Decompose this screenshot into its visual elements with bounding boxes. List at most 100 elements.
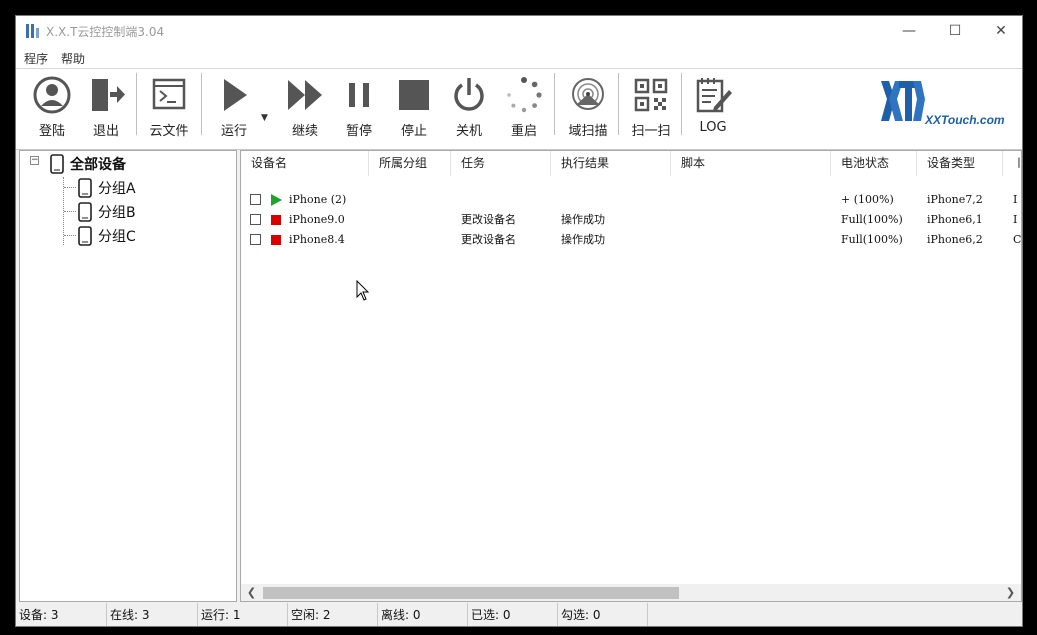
toolbar-separator	[554, 73, 555, 135]
login-label: 登陆	[38, 124, 65, 139]
status-checked: 勾选: 0	[558, 603, 648, 626]
play-icon	[224, 79, 247, 111]
column-header-result[interactable]: 执行结果	[551, 151, 671, 176]
status-devices: 设备: 3	[16, 603, 107, 626]
pause-icon	[349, 83, 369, 107]
menu-program[interactable]: 程序	[24, 50, 48, 67]
menu-help[interactable]: 帮助	[61, 50, 85, 67]
battery-cell: Full(100%)	[841, 233, 903, 246]
pause-button[interactable]: 暂停	[338, 75, 380, 143]
device-name-cell: iPhone (2)	[289, 193, 347, 206]
log-label: LOG	[699, 120, 727, 135]
cloud-files-label: 云文件	[149, 124, 189, 139]
restart-button[interactable]: 重启	[502, 75, 546, 143]
logo-text: XXTouch.com	[925, 113, 1005, 127]
status-online: 在线: 3	[107, 603, 198, 626]
power-icon	[454, 78, 484, 111]
scroll-right-arrow-icon[interactable]: ❯	[1002, 584, 1019, 601]
column-header-extra[interactable]: 〡	[1003, 151, 1021, 176]
close-button[interactable]: ✕	[978, 16, 1022, 46]
mouse-cursor-icon	[356, 280, 370, 301]
device-type-cell: iPhone6,1	[927, 213, 983, 226]
tree-connector	[64, 235, 76, 236]
run-label: 运行	[220, 124, 247, 139]
battery-cell: Full(100%)	[841, 213, 903, 226]
logout-button[interactable]: 退出	[84, 75, 128, 143]
tree-node-group-a[interactable]: 分组A	[78, 177, 136, 199]
row-checkbox[interactable]	[250, 234, 261, 245]
table-row[interactable]: iPhone8.4 更改设备名 操作成功 Full(100%) iPhone6,…	[241, 230, 1021, 250]
status-offline: 离线: 0	[378, 603, 468, 626]
device-type-cell: iPhone7,2	[927, 193, 983, 206]
status-selected: 已选: 0	[468, 603, 558, 626]
phone-icon	[78, 226, 92, 246]
tree-root-label: 全部设备	[70, 157, 126, 173]
window-title: X.X.T云控控制端3.04	[46, 25, 165, 39]
task-cell: 更改设备名	[461, 213, 516, 226]
cloud-files-button[interactable]: 云文件	[144, 75, 194, 143]
radar-icon	[572, 78, 604, 110]
toolbar-separator	[201, 73, 202, 135]
shutdown-button[interactable]: 关机	[447, 75, 491, 143]
tree-group-label: 分组A	[98, 181, 136, 197]
column-header-device-name[interactable]: 设备名	[241, 151, 369, 176]
tree-node-all-devices[interactable]: 全部设备	[50, 153, 126, 175]
minimize-button[interactable]: —	[886, 16, 932, 46]
extra-cell: C	[1013, 233, 1022, 246]
qr-code-icon	[634, 78, 668, 112]
restart-label: 重启	[510, 124, 537, 139]
row-checkbox[interactable]	[250, 214, 261, 225]
domain-scan-button[interactable]: 域扫描	[562, 75, 614, 143]
table-row[interactable]: iPhone (2) + (100%) iPhone7,2 I	[241, 190, 1021, 210]
shutdown-label: 关机	[455, 124, 482, 139]
toolbar: 登陆 退出 云文件 运行 ▼ 继续 暂停 停止 关机 重启 域扫描 扫一扫 LO…	[16, 68, 1022, 150]
device-list: 设备名 所属分组 任务 执行结果 脚本 电池状态 设备类型 〡 iPhone (…	[240, 150, 1022, 602]
tree-connector	[64, 187, 76, 188]
status-bar: 设备: 3 在线: 3 运行: 1 空闲: 2 离线: 0 已选: 0 勾选: …	[16, 603, 1022, 626]
column-header-task[interactable]: 任务	[451, 151, 551, 176]
tree-node-group-b[interactable]: 分组B	[78, 201, 136, 223]
column-header-script[interactable]: 脚本	[671, 151, 831, 176]
scrollbar-thumb[interactable]	[263, 587, 679, 599]
resume-label: 继续	[291, 124, 318, 139]
result-cell: 操作成功	[561, 213, 605, 226]
toolbar-separator	[681, 73, 682, 135]
stopped-status-icon	[271, 235, 281, 245]
run-dropdown-arrow-icon[interactable]: ▼	[261, 113, 268, 123]
app-window: X.X.T云控控制端3.04 — ☐ ✕ 程序 帮助 登陆 退出 云文件 运行 …	[15, 15, 1023, 627]
scroll-left-arrow-icon[interactable]: ❮	[243, 584, 260, 601]
tree-collapse-toggle[interactable]: −	[30, 156, 39, 165]
title-bar[interactable]: X.X.T云控控制端3.04 — ☐ ✕	[16, 16, 1022, 46]
horizontal-scrollbar[interactable]: ❮ ❯	[241, 584, 1021, 601]
extra-cell: I	[1013, 193, 1018, 206]
table-row[interactable]: iPhone9.0 更改设备名 操作成功 Full(100%) iPhone6,…	[241, 210, 1021, 230]
column-header-device-type[interactable]: 设备类型	[917, 151, 1003, 176]
user-icon	[33, 76, 71, 114]
device-name-cell: iPhone8.4	[289, 233, 345, 246]
stopped-status-icon	[271, 215, 281, 225]
tree-node-group-c[interactable]: 分组C	[78, 225, 136, 247]
pause-label: 暂停	[345, 124, 372, 139]
column-header-group[interactable]: 所属分组	[369, 151, 451, 176]
phone-icon	[78, 202, 92, 222]
scan-qr-button[interactable]: 扫一扫	[626, 75, 676, 143]
row-checkbox[interactable]	[250, 194, 261, 205]
exit-door-icon	[92, 79, 125, 111]
maximize-button[interactable]: ☐	[932, 16, 978, 46]
login-button[interactable]: 登陆	[28, 75, 76, 143]
xxt-brand-icon	[881, 81, 925, 121]
extra-cell: I	[1013, 213, 1018, 226]
log-button[interactable]: LOG	[690, 75, 736, 143]
phone-icon	[50, 154, 64, 174]
column-header-battery[interactable]: 电池状态	[831, 151, 917, 176]
status-running: 运行: 1	[198, 603, 288, 626]
toolbar-separator	[618, 73, 619, 135]
notepad-pen-icon	[696, 78, 732, 113]
run-button[interactable]: 运行	[212, 75, 256, 143]
stop-button[interactable]: 停止	[392, 75, 436, 143]
domain-scan-label: 域扫描	[568, 124, 608, 139]
resume-button[interactable]: 继续	[282, 75, 328, 143]
tree-group-label: 分组C	[98, 229, 136, 245]
phone-icon	[78, 178, 92, 198]
xxtouch-logo: XXTouch.com	[879, 79, 1019, 139]
